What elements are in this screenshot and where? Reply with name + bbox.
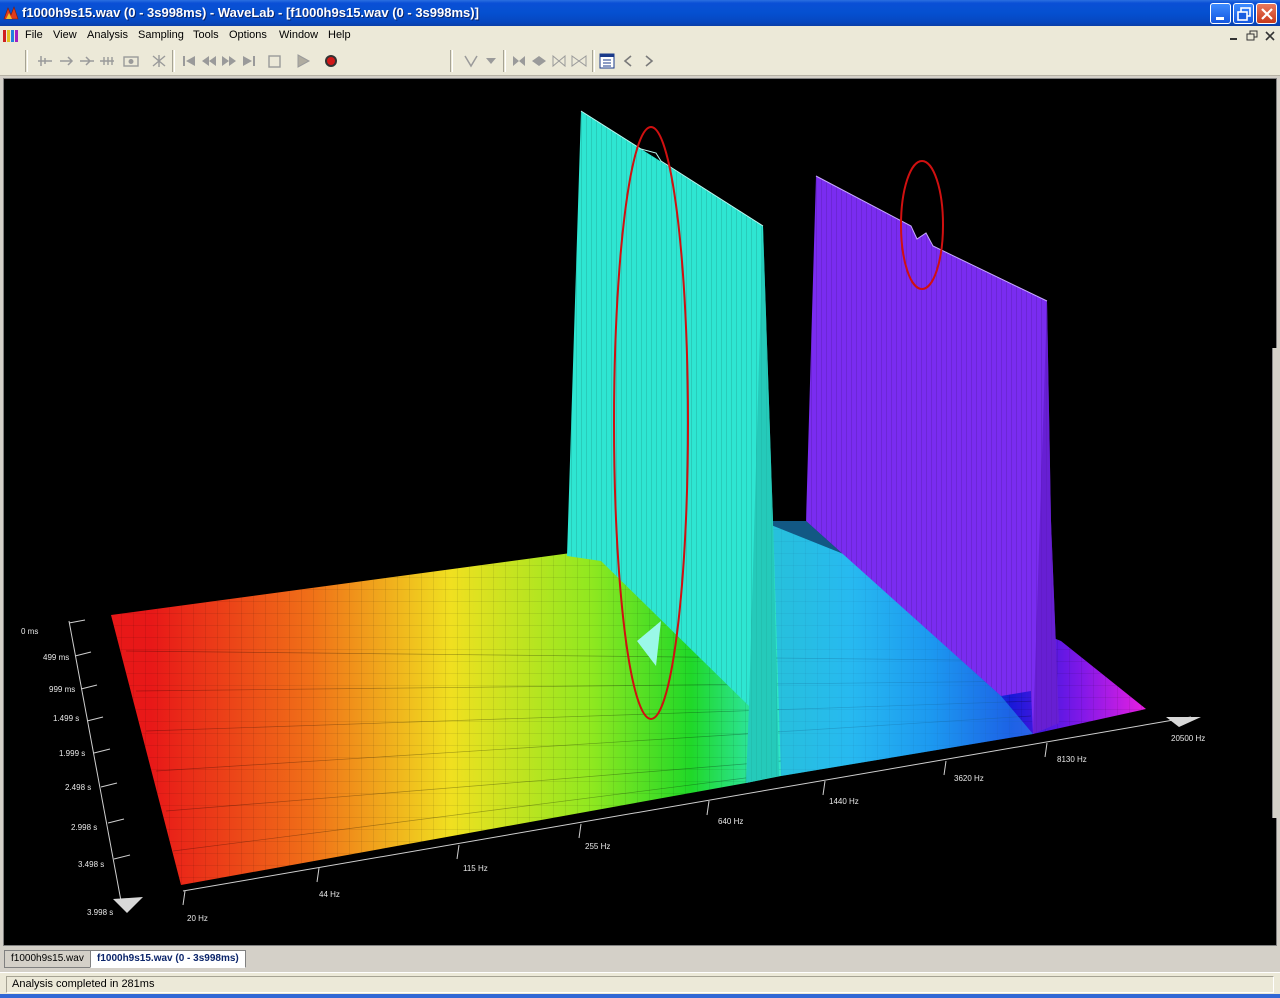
freq-label-6: 3620 Hz [954,774,984,783]
chevron-right-icon[interactable] [640,53,658,69]
close-icon [1261,8,1273,20]
chevron-left-icon[interactable] [620,53,638,69]
freq-label-5: 1440 Hz [829,797,859,806]
menu-window[interactable]: Window [279,29,318,41]
stop-icon[interactable] [266,53,284,69]
mdi-close-icon[interactable] [1264,30,1276,42]
fast-forward-icon[interactable] [220,53,238,69]
time-label-1: 499 ms [43,653,69,662]
go-to-start-icon[interactable] [180,53,198,69]
multi-marker-icon[interactable] [98,53,116,69]
time-label-6: 2.998 s [71,823,97,832]
marker-jump-icon[interactable] [530,53,548,69]
freq-label-3: 255 Hz [585,842,610,851]
mdi-minimize-icon[interactable] [1228,30,1240,42]
play-icon[interactable] [294,53,312,69]
toolbar-grip[interactable] [25,50,28,72]
wavelab-app-icon[interactable] [3,5,19,21]
spectrum-3d-view[interactable]: 0 ms 499 ms 999 ms 1.499 s 1.999 s 2.498… [3,78,1277,946]
menu-sampling[interactable]: Sampling [138,29,184,41]
menu-analysis[interactable]: Analysis [87,29,128,41]
go-to-end-icon[interactable] [240,53,258,69]
document-icon[interactable] [3,29,19,43]
menu-bar: File View Analysis Sampling Tools Option… [0,26,1280,46]
double-arrow-icon[interactable] [78,53,96,69]
taskbar-edge [0,994,1280,998]
region-start-icon[interactable] [550,53,568,69]
menu-view[interactable]: View [53,29,77,41]
time-axis [68,619,131,902]
freq-label-8: 20500 Hz [1171,734,1205,743]
status-bar: Analysis completed in 281ms [0,972,1280,994]
freq-label-2: 115 Hz [463,864,488,873]
minimize-button[interactable] [1210,3,1231,24]
time-label-5: 2.498 s [65,783,91,792]
freq-label-7: 8130 Hz [1057,755,1087,764]
tab-3d-analysis[interactable]: f1000h9s15.wav (0 - 3s998ms) [90,950,246,968]
toolbar [0,46,1280,76]
insert-marker-icon[interactable] [36,53,54,69]
mdi-restore-icon[interactable] [1246,30,1258,42]
minimize-icon [1216,17,1224,20]
restore-icon [1237,7,1251,21]
time-label-4: 1.999 s [59,749,85,758]
title-bar: f1000h9s15.wav (0 - 3s998ms) - WaveLab -… [0,0,1280,26]
window-title: f1000h9s15.wav (0 - 3s998ms) - WaveLab -… [22,5,479,20]
time-label-2: 999 ms [49,685,75,694]
menu-file[interactable]: File [25,29,43,41]
menu-options[interactable]: Options [229,29,267,41]
freq-label-4: 640 Hz [718,817,743,826]
time-label-8: 3.998 s [87,908,113,917]
side-splitter[interactable] [1272,348,1280,818]
time-label-3: 1.499 s [53,714,79,723]
arrow-right-icon[interactable] [58,53,76,69]
spectrum-3d-plot: 0 ms 499 ms 999 ms 1.499 s 1.999 s 2.498… [21,110,1205,923]
toolbar-separator [172,50,175,72]
region-end-icon[interactable] [570,53,588,69]
menu-tools[interactable]: Tools [193,29,219,41]
marker-window-icon[interactable] [598,53,616,69]
tab-audio-file[interactable]: f1000h9s15.wav [4,950,91,968]
frequency-axis-arrow [1166,717,1201,727]
close-button[interactable] [1256,3,1277,24]
time-label-0: 0 ms [21,627,38,636]
snapshot-icon[interactable] [122,53,140,69]
maximize-button[interactable] [1233,3,1254,24]
toolbar-separator-2 [503,50,506,72]
freq-label-0: 20 Hz [187,914,208,923]
menu-help[interactable]: Help [328,29,351,41]
marker-prev-icon[interactable] [510,53,528,69]
document-tabs: f1000h9s15.wav f1000h9s15.wav (0 - 3s998… [0,947,1280,971]
toolbar-separator-3 [592,50,595,72]
time-axis-arrow [113,897,143,913]
crossfade-icon[interactable] [150,53,168,69]
record-icon[interactable] [322,53,340,69]
chevron-down-icon[interactable] [482,53,500,69]
rewind-icon[interactable] [200,53,218,69]
time-label-7: 3.498 s [78,860,104,869]
status-text: Analysis completed in 281ms [6,976,1274,993]
marker-type-icon[interactable] [462,53,480,69]
toolbar-grip-2[interactable] [450,50,453,72]
freq-label-1: 44 Hz [319,890,340,899]
